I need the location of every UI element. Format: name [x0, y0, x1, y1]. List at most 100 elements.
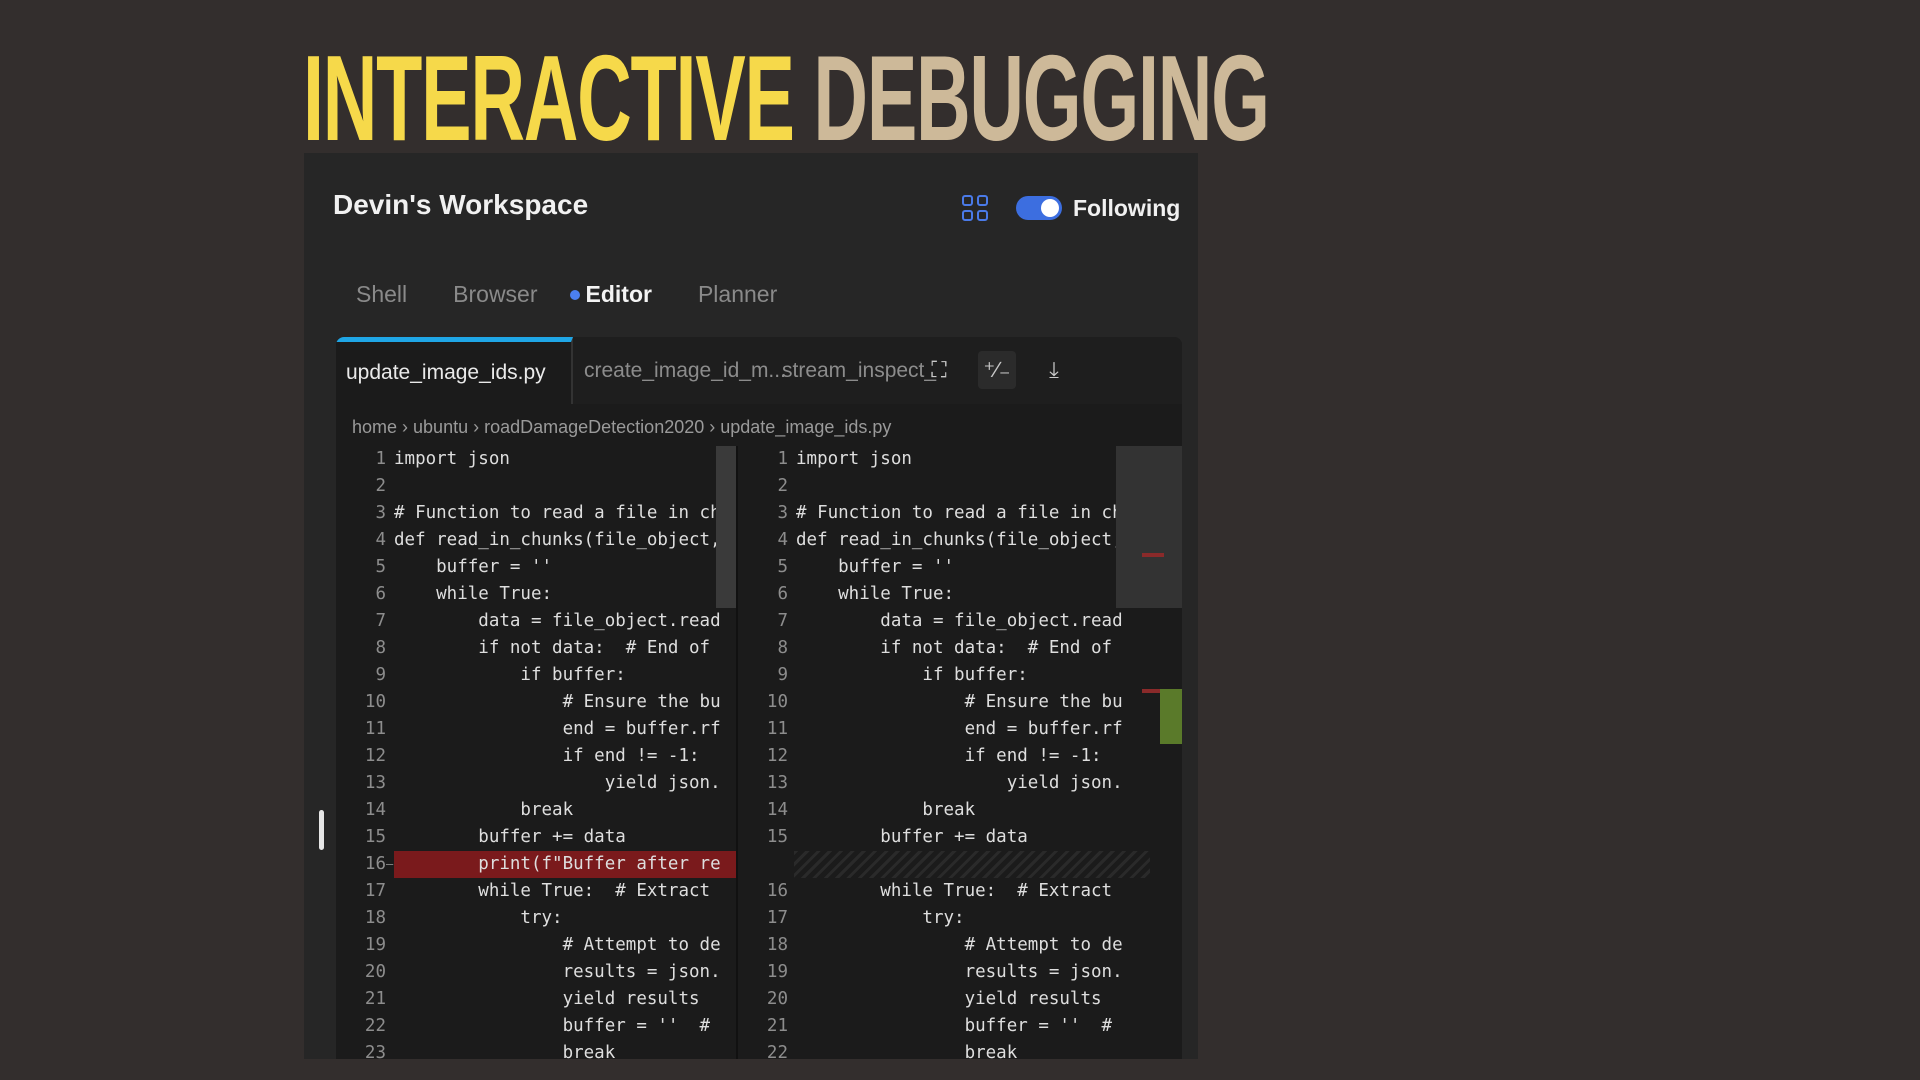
- code-text: end = buffer.rf: [796, 719, 1123, 739]
- code-text: while True:: [796, 584, 955, 604]
- slide-title: INTERACTIVE DEBUGGING: [303, 28, 1270, 168]
- tab-browser[interactable]: Browser: [453, 281, 537, 308]
- line-number: 21: [364, 989, 386, 1009]
- line-number: 11: [364, 719, 386, 739]
- grid-layout-icon[interactable]: [962, 195, 988, 221]
- code-text: buffer = '': [394, 557, 553, 577]
- code-line: 14 break: [336, 797, 736, 824]
- line-number: 4: [777, 530, 788, 550]
- line-number: 14: [364, 800, 386, 820]
- workspace-title: Devin's Workspace: [333, 189, 589, 220]
- active-dot-icon: [569, 289, 580, 300]
- code-text: results = json.: [394, 962, 721, 982]
- code-text: data = file_object.read: [394, 611, 721, 631]
- line-number: 6: [375, 584, 386, 604]
- line-number: 1: [777, 449, 788, 469]
- tab-shell[interactable]: Shell: [356, 281, 407, 308]
- line-number: 17: [364, 881, 386, 901]
- code-line: 2: [336, 473, 736, 500]
- line-number: 19: [766, 962, 788, 982]
- following-toggle[interactable]: [1016, 196, 1062, 220]
- code-line: 15 buffer += data: [336, 824, 736, 851]
- code-text: try:: [796, 908, 965, 928]
- code-line: 18 try:: [336, 905, 736, 932]
- following-label: Following: [1073, 195, 1181, 221]
- tab-label: Editor: [585, 281, 652, 307]
- line-number: 9: [777, 665, 788, 685]
- code-line: 8 if not data: # End of: [738, 635, 1182, 662]
- resize-handle[interactable]: [319, 810, 324, 850]
- fullscreen-icon[interactable]: ⛶: [920, 351, 958, 389]
- line-number: 17: [766, 908, 788, 928]
- code-line: 19 results = json.: [738, 959, 1182, 986]
- code-line: 12 if end != -1:: [336, 743, 736, 770]
- line-number: 20: [766, 989, 788, 1009]
- line-number: 15: [766, 827, 788, 847]
- code-text: buffer += data: [796, 827, 1028, 847]
- code-line: 11 end = buffer.rf: [738, 716, 1182, 743]
- code-text: break: [796, 1043, 1018, 1059]
- left-scrollbar[interactable]: [716, 446, 736, 608]
- code-line: 18 # Attempt to de: [738, 932, 1182, 959]
- line-number: 3: [375, 503, 386, 523]
- code-text: break: [394, 1043, 616, 1059]
- code-line: 19 # Attempt to de: [336, 932, 736, 959]
- code-text: end = buffer.rf: [394, 719, 721, 739]
- line-number: 13: [364, 773, 386, 793]
- code-line: 7 data = file_object.read: [336, 608, 736, 635]
- diff-editor: update_image_ids.py create_image_id_m...…: [336, 337, 1182, 1059]
- diff-placeholder-row: [794, 851, 1150, 878]
- code-text: break: [796, 800, 976, 820]
- line-number: 7: [777, 611, 788, 631]
- code-line: 10 # Ensure the bu: [738, 689, 1182, 716]
- code-text: if buffer:: [796, 665, 1028, 685]
- code-line: 20 results = json.: [336, 959, 736, 986]
- tab-editor[interactable]: Editor: [569, 281, 652, 308]
- crumb-project[interactable]: roadDamageDetection2020: [484, 417, 704, 437]
- code-line: 4 def read_in_chunks(file_object,: [336, 527, 736, 554]
- tab-planner[interactable]: Planner: [698, 281, 777, 308]
- code-text: while True:: [394, 584, 553, 604]
- diff-toggle-icon[interactable]: ⁺∕₋: [978, 351, 1016, 389]
- crumb-ubuntu[interactable]: ubuntu: [413, 417, 468, 437]
- line-number: 19: [364, 935, 386, 955]
- code-text: def read_in_chunks(file_object,: [796, 530, 1123, 550]
- line-number: 12: [766, 746, 788, 766]
- line-number: 9: [375, 665, 386, 685]
- minimap-slider[interactable]: [1116, 446, 1182, 608]
- tab-label: Planner: [697, 281, 778, 307]
- line-number: 20: [364, 962, 386, 982]
- code-text: break: [394, 800, 574, 820]
- deleted-code-line: 16 print(f"Buffer after re: [336, 851, 736, 878]
- file-tab-create-image-id[interactable]: create_image_id_m...: [584, 337, 786, 404]
- code-text: while True: # Extract: [796, 881, 1113, 901]
- code-text: if buffer:: [394, 665, 626, 685]
- original-code-pane[interactable]: 1 import json 2 3 # Function to read a file …: [336, 446, 736, 1059]
- code-line: 20 yield results: [738, 986, 1182, 1013]
- code-line: 23 break: [336, 1040, 736, 1059]
- code-line: 17 while True: # Extract: [336, 878, 736, 905]
- file-tab-stream-inspect[interactable]: stream_inspect_: [782, 337, 936, 404]
- line-number: 22: [766, 1043, 788, 1059]
- line-number: 6: [777, 584, 788, 604]
- line-number: 23: [364, 1043, 386, 1059]
- code-text: yield json.: [394, 773, 721, 793]
- line-number: 14: [766, 800, 788, 820]
- code-text: buffer = '': [796, 557, 955, 577]
- download-icon[interactable]: ⤓: [1035, 351, 1073, 389]
- code-text: # Ensure the bu: [394, 692, 721, 712]
- toggle-knob: [1041, 199, 1059, 217]
- code-line: 6 while True:: [336, 581, 736, 608]
- crumb-file[interactable]: update_image_ids.py: [720, 417, 891, 437]
- crumb-home[interactable]: home: [352, 417, 397, 437]
- code-line: 13 yield json.: [336, 770, 736, 797]
- file-tab-update-image-ids[interactable]: update_image_ids.py: [336, 337, 573, 404]
- code-line: 21 buffer = '' #: [738, 1013, 1182, 1040]
- line-number: 15: [364, 827, 386, 847]
- line-number: 5: [375, 557, 386, 577]
- line-number: 13: [766, 773, 788, 793]
- code-line: 8 if not data: # End of: [336, 635, 736, 662]
- line-number: 8: [375, 638, 386, 658]
- code-text: buffer = '' #: [394, 1016, 711, 1036]
- code-line: 15 buffer += data: [738, 824, 1182, 851]
